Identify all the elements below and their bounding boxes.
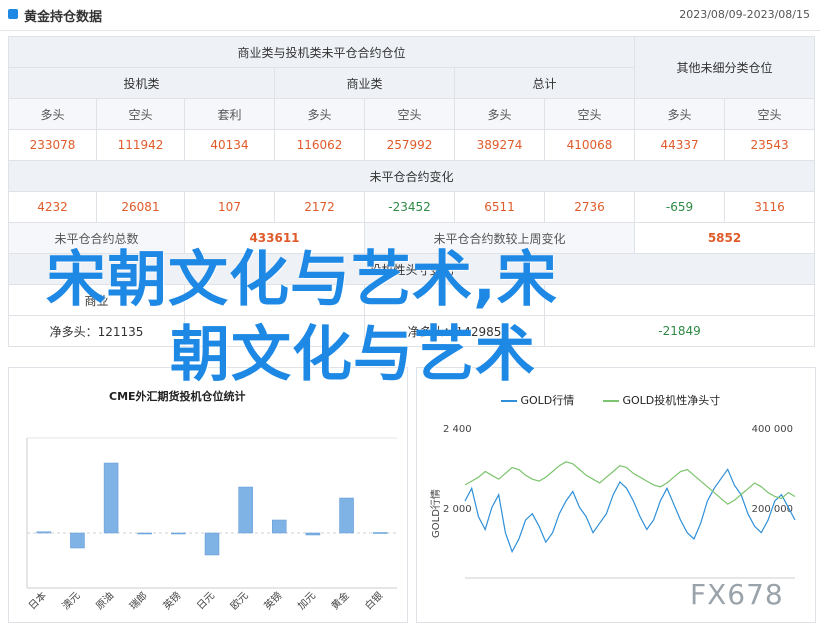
bar-chart-panel: CME外汇期货投机仓位统计 日本 澳元 原油 瑞郎 英镑 日元 欧元 英镑 加元 黄金 白银 <box>8 367 408 623</box>
x-tick-label: 瑞郎 <box>127 589 150 612</box>
change-value: 2172 <box>274 191 365 223</box>
x-tick-label: 加元 <box>295 590 318 613</box>
x-tick-label: 白银 <box>362 589 385 612</box>
col-short: 空头 <box>724 98 816 130</box>
bar <box>272 519 287 534</box>
bar <box>305 532 321 536</box>
page-header: 黄金持仓数据 2023/08/09-2023/08/15 <box>0 0 820 31</box>
bar <box>204 532 220 556</box>
bar <box>339 497 354 534</box>
col-spread: 套利 <box>184 98 275 130</box>
change-value: 2736 <box>543 191 636 223</box>
y-tick-left: 2 400 <box>443 424 472 435</box>
x-tick-label: 英镑 <box>261 589 284 612</box>
x-tick-label: 欧元 <box>228 590 251 613</box>
change-value: -659 <box>634 191 726 223</box>
change-value: 6511 <box>454 191 545 223</box>
position-value: 111942 <box>96 129 185 161</box>
bar <box>36 531 52 534</box>
change-value: 3116 <box>724 191 816 223</box>
position-value: 233078 <box>8 129 97 161</box>
bar <box>372 532 388 534</box>
position-value: 44337 <box>634 129 726 161</box>
net-change: -21849 <box>543 315 816 347</box>
col-long: 多头 <box>274 98 365 130</box>
x-tick-label: 原油 <box>93 589 116 612</box>
change-value: 26081 <box>96 191 185 223</box>
position-value: 40134 <box>184 129 275 161</box>
chart-icon <box>8 9 18 19</box>
bar <box>103 462 119 534</box>
bar <box>238 486 253 534</box>
x-tick-label: 黄金 <box>328 589 351 612</box>
change-value: 4232 <box>8 191 97 223</box>
other-header: 其他未细分类仓位 <box>634 36 816 99</box>
change-header: 未平仓合约变化 <box>7 160 816 192</box>
watermark-line-2: 朝文化与艺术 <box>170 320 536 390</box>
position-value: 257992 <box>364 129 455 161</box>
position-value: 410068 <box>543 129 636 161</box>
watermark-line-1: 宋朝文化与艺术,宋 <box>46 245 558 315</box>
total-header: 总计 <box>453 67 636 99</box>
y-axis-label: GOLD行情 <box>429 489 442 538</box>
empty-cell <box>543 284 816 316</box>
col-long: 多头 <box>454 98 545 130</box>
col-short: 空头 <box>96 98 185 130</box>
net-long-1: 净多头：121135 <box>8 315 185 347</box>
col-short: 空头 <box>364 98 455 130</box>
position-value: 389274 <box>454 129 545 161</box>
group-header: 商业类与投机类未平仓合约仓位 <box>7 36 636 68</box>
x-tick-label: 日本 <box>26 589 49 612</box>
corner-watermark: FX678 <box>690 578 784 611</box>
x-tick-label: 日元 <box>195 590 217 612</box>
date-range: 2023/08/09-2023/08/15 <box>679 8 810 21</box>
series-line <box>464 461 796 505</box>
col-long: 多头 <box>634 98 726 130</box>
position-value: 23543 <box>724 129 816 161</box>
y-tick-left: 2 000 <box>443 504 472 515</box>
change-value: -23452 <box>364 191 455 223</box>
series-line <box>464 468 796 554</box>
bar <box>137 532 152 535</box>
oi-change-value: 5852 <box>634 222 816 254</box>
change-value: 107 <box>184 191 275 223</box>
position-value: 116062 <box>274 129 365 161</box>
bar <box>70 532 85 549</box>
col-long: 多头 <box>8 98 97 130</box>
commercial-header: 商业类 <box>274 67 455 99</box>
col-short: 空头 <box>543 98 636 130</box>
x-tick-label: 英镑 <box>160 589 183 612</box>
speculative-header: 投机类 <box>8 67 275 99</box>
page-title: 黄金持仓数据 <box>24 10 103 25</box>
x-tick-label: 澳元 <box>59 589 82 612</box>
y-tick-right: 400 000 <box>752 424 793 435</box>
bar-chart: 日本 澳元 原油 瑞郎 英镑 日元 欧元 英镑 加元 黄金 白银 <box>26 437 397 613</box>
bar <box>171 532 186 535</box>
